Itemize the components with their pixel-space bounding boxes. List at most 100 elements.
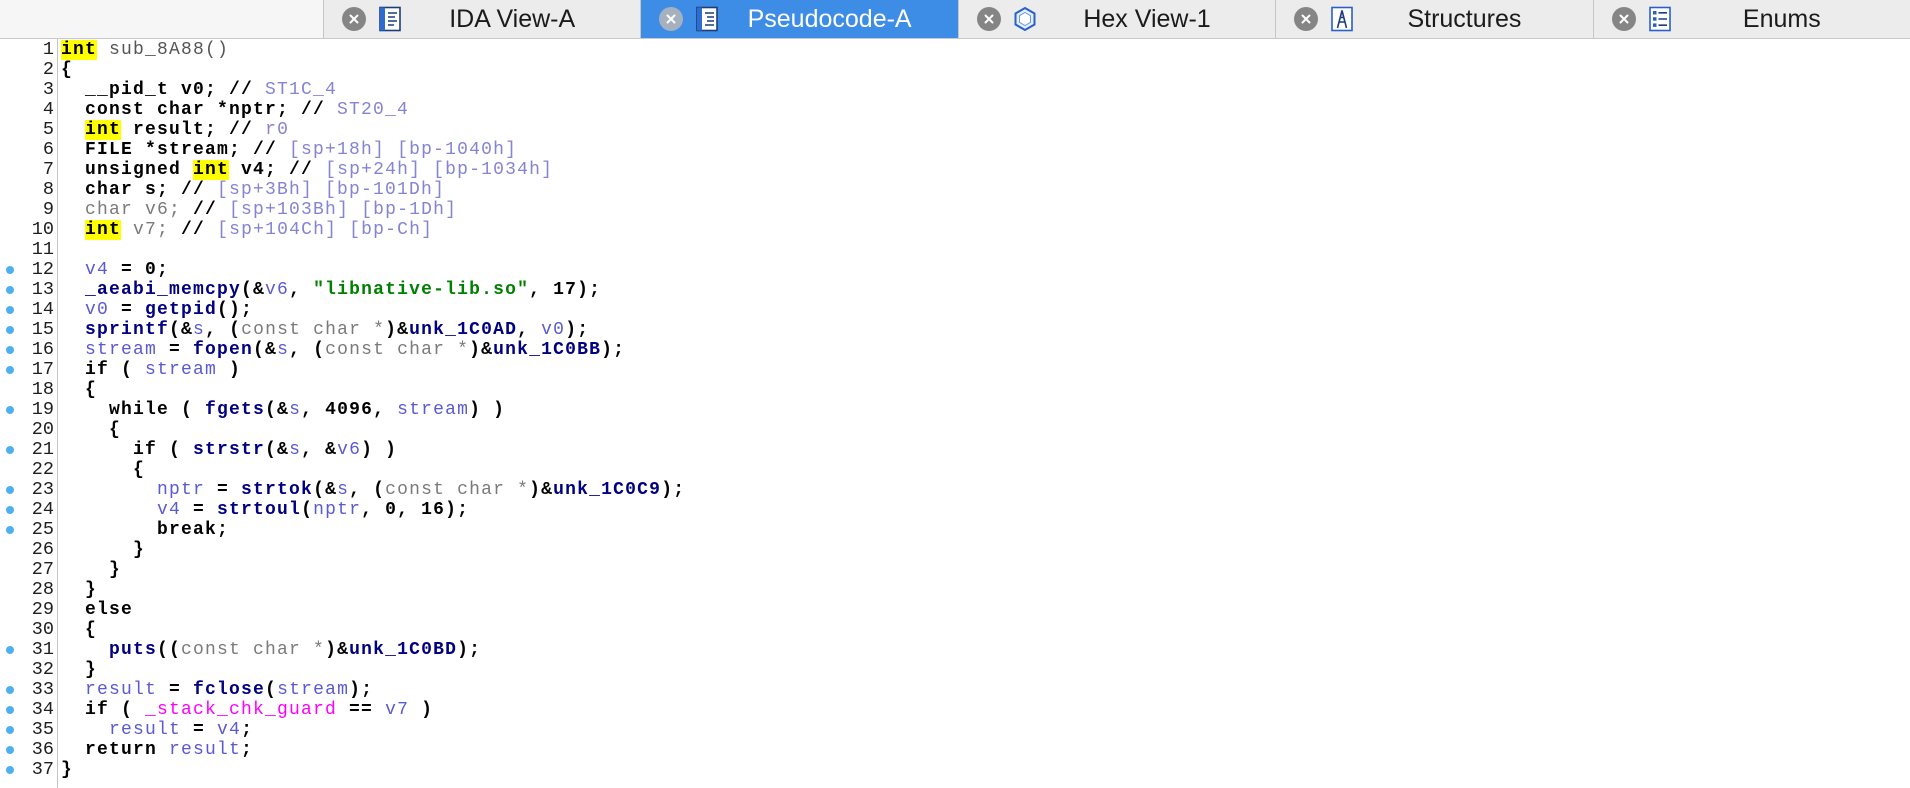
code-text-token[interactable]: { bbox=[61, 420, 121, 440]
code-text-token[interactable]: return bbox=[61, 740, 169, 760]
code-text-token[interactable] bbox=[61, 120, 85, 140]
code-text-token[interactable]: ); bbox=[601, 340, 625, 360]
code-text-token[interactable]: = bbox=[205, 480, 241, 500]
code-text[interactable]: char v6; // [sp+103Bh] [bp-1Dh] bbox=[61, 200, 457, 220]
code-text[interactable]: while ( fgets(&s, 4096, stream) ) bbox=[61, 400, 505, 420]
code-text-token[interactable]: ) ) bbox=[361, 440, 397, 460]
code-text-token[interactable]: char s; // bbox=[61, 180, 217, 200]
code-line[interactable]: 5 int result; // r0 bbox=[0, 120, 1910, 140]
code-text-token[interactable]: == bbox=[337, 700, 385, 720]
code-text[interactable]: if ( stream ) bbox=[61, 360, 241, 380]
tab-enums[interactable]: Enums bbox=[1592, 0, 1910, 38]
code-text-token[interactable]: ) ) bbox=[469, 400, 505, 420]
code-line[interactable]: 11 bbox=[0, 240, 1910, 260]
stack-comment[interactable]: r0 bbox=[265, 120, 289, 140]
code-line[interactable]: 10 int v7; // [sp+104Ch] [bp-Ch] bbox=[0, 220, 1910, 240]
code-text-token[interactable]: , ( bbox=[289, 340, 325, 360]
code-text-token[interactable]: } bbox=[61, 540, 145, 560]
code-line[interactable]: 33 result = fclose(stream); bbox=[0, 680, 1910, 700]
code-text-token[interactable]: , 0, 16); bbox=[361, 500, 469, 520]
variable-name[interactable]: v6 bbox=[337, 440, 361, 460]
code-text-token[interactable]: (& bbox=[265, 400, 289, 420]
code-text[interactable]: { bbox=[61, 380, 97, 400]
function-name[interactable]: fgets bbox=[205, 400, 265, 420]
code-text-token[interactable]: , & bbox=[301, 440, 337, 460]
code-text-token[interactable]: ); bbox=[565, 320, 589, 340]
string-literal[interactable]: "libnative-lib.so" bbox=[313, 280, 529, 300]
function-name[interactable]: strstr bbox=[193, 440, 265, 460]
tab-ida-view-a[interactable]: IDA View-A bbox=[323, 0, 641, 38]
code-line[interactable]: 32 } bbox=[0, 660, 1910, 681]
code-text-token[interactable]: { bbox=[61, 620, 97, 640]
code-text[interactable]: _aeabi_memcpy(&v6, "libnative-lib.so", 1… bbox=[61, 280, 601, 300]
function-name[interactable]: strtok bbox=[241, 480, 313, 500]
code-text-token[interactable]: , bbox=[517, 320, 541, 340]
code-text-token[interactable]: = bbox=[181, 720, 217, 740]
code-line[interactable]: 16 stream = fopen(&s, (const char *)&unk… bbox=[0, 340, 1910, 360]
function-name[interactable]: unk_1C0BB bbox=[493, 340, 601, 360]
code-text-token[interactable] bbox=[61, 220, 85, 240]
function-name[interactable]: puts bbox=[61, 640, 157, 660]
code-line[interactable]: 21 if ( strstr(&s, &v6) ) bbox=[0, 440, 1910, 460]
variable-name[interactable]: v7 bbox=[385, 700, 409, 720]
code-text-token[interactable]: unsigned bbox=[61, 160, 193, 180]
variable-name[interactable]: stream bbox=[145, 360, 217, 380]
code-text-token[interactable]: ) bbox=[217, 360, 241, 380]
code-text[interactable]: } bbox=[61, 660, 97, 680]
variable-name[interactable]: stream bbox=[397, 400, 469, 420]
code-text-token[interactable]: ); bbox=[661, 480, 685, 500]
code-line[interactable]: 35 result = v4; bbox=[0, 720, 1910, 740]
code-text-token[interactable]: (& bbox=[265, 440, 289, 460]
code-line[interactable]: 34 if ( _stack_chk_guard == v7 ) bbox=[0, 700, 1910, 720]
code-text[interactable]: result = v4; bbox=[61, 720, 253, 740]
type-keyword[interactable]: int bbox=[85, 120, 122, 140]
code-text-token[interactable]: { bbox=[61, 60, 73, 80]
code-text[interactable]: break; bbox=[61, 520, 229, 540]
code-line[interactable]: 30 { bbox=[0, 620, 1910, 641]
variable-name[interactable]: s bbox=[289, 440, 301, 460]
code-text[interactable]: v0 = getpid(); bbox=[61, 300, 253, 320]
stack-comment[interactable]: ST1C_4 bbox=[265, 80, 337, 100]
code-line[interactable]: 28 } bbox=[0, 580, 1910, 601]
variable-name[interactable]: stream bbox=[61, 340, 157, 360]
code-text-token[interactable]: } bbox=[61, 760, 73, 780]
variable-name[interactable]: v0 bbox=[541, 320, 565, 340]
type-cast[interactable]: v7; bbox=[121, 220, 181, 240]
stack-comment[interactable]: [sp+103Bh] [bp-1Dh] bbox=[229, 200, 457, 220]
code-text-token[interactable]: { bbox=[61, 460, 145, 480]
code-text-token[interactable]: = bbox=[157, 340, 193, 360]
code-text-token[interactable]: (& bbox=[241, 280, 265, 300]
code-text[interactable]: result = fclose(stream); bbox=[61, 680, 373, 700]
code-text-token[interactable]: , bbox=[289, 280, 313, 300]
function-name[interactable]: fclose bbox=[193, 680, 265, 700]
variable-name[interactable]: s bbox=[289, 400, 301, 420]
code-line[interactable]: 37} bbox=[0, 760, 1910, 780]
function-name[interactable]: strtoul bbox=[217, 500, 301, 520]
code-text-token[interactable]: ) bbox=[409, 700, 433, 720]
code-text-token[interactable]: // bbox=[193, 200, 229, 220]
tab-close-button[interactable] bbox=[976, 7, 1001, 31]
code-text-token[interactable]: v4; // bbox=[229, 160, 325, 180]
variable-name[interactable]: v0 bbox=[61, 300, 109, 320]
code-text-token[interactable]: , ( bbox=[349, 480, 385, 500]
code-line[interactable]: 2{ bbox=[0, 60, 1910, 81]
code-text-token[interactable]: (( bbox=[157, 640, 181, 660]
type-cast[interactable]: const char * bbox=[181, 640, 325, 660]
code-text-token[interactable]: { bbox=[61, 380, 97, 400]
code-text-token[interactable]: (); bbox=[217, 300, 253, 320]
code-text[interactable]: } bbox=[61, 560, 121, 580]
code-text[interactable]: } bbox=[61, 760, 73, 780]
code-text[interactable]: int sub_8A88() bbox=[61, 40, 229, 60]
code-text-token[interactable]: = bbox=[109, 300, 145, 320]
stack-comment[interactable]: [sp+3Bh] [bp-101Dh] bbox=[217, 180, 445, 200]
code-line[interactable]: 6 FILE *stream; // [sp+18h] [bp-1040h] bbox=[0, 140, 1910, 161]
variable-name[interactable]: stream bbox=[277, 680, 349, 700]
tab-close-button[interactable] bbox=[342, 7, 366, 31]
code-line[interactable]: 1 int sub_8A88() bbox=[0, 40, 1910, 60]
function-name[interactable]: unk_1C0BD bbox=[349, 640, 457, 660]
code-line[interactable]: 36 return result; bbox=[0, 740, 1910, 760]
code-text-token[interactable]: (& bbox=[169, 320, 193, 340]
code-text-token[interactable]: result; // bbox=[121, 120, 265, 140]
code-line[interactable]: 17 if ( stream ) bbox=[0, 360, 1910, 380]
code-text[interactable]: const char *nptr; // ST20_4 bbox=[61, 100, 409, 120]
